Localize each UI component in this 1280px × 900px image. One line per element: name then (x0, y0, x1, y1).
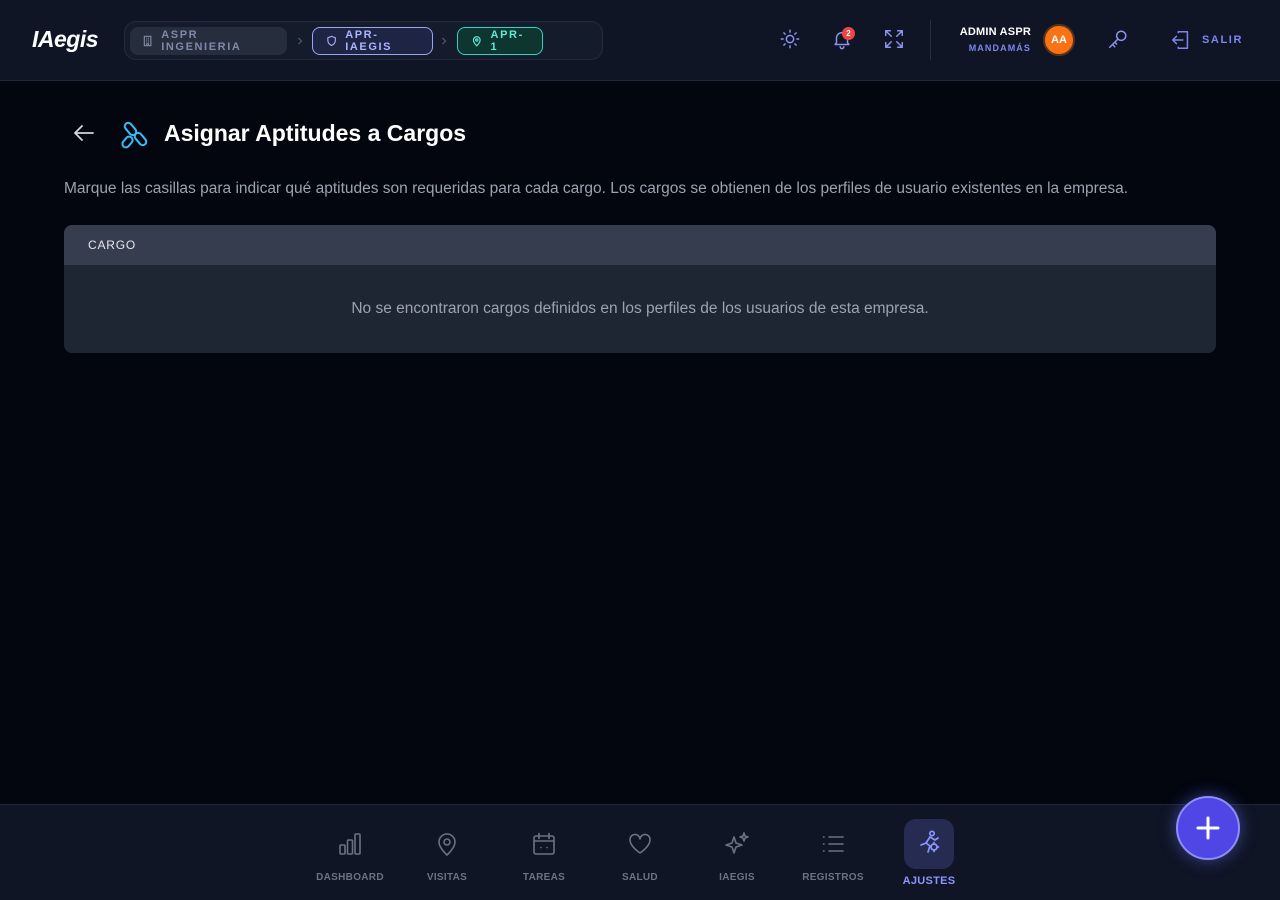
list-icon (822, 836, 844, 852)
app-logo[interactable]: IAegis (32, 26, 99, 53)
shield-icon (327, 35, 336, 47)
theme-toggle-button[interactable] (779, 28, 803, 52)
nav-item-label: AJUSTES (902, 875, 956, 887)
map-pin-icon (438, 833, 456, 856)
change-password-button[interactable] (1107, 28, 1131, 52)
nav-item-registros[interactable]: REGISTROS (785, 815, 881, 895)
nav-item-label: TAREAS (522, 872, 566, 883)
nav-item-ajustes[interactable]: AJUSTES (881, 815, 977, 895)
user-role: MANDAMÁS (968, 43, 1031, 53)
nav-item-visitas[interactable]: VISITAS (399, 815, 495, 895)
nav-item-label: REGISTROS (802, 872, 864, 883)
nav-item-label: SALUD (622, 872, 658, 883)
bottom-nav: DASHBOARD VISITAS TAREAS SALUD IAEGIS RE… (0, 804, 1280, 900)
nav-item-tareas[interactable]: TAREAS (496, 815, 592, 895)
logout-button[interactable]: SALIR (1170, 28, 1243, 52)
breadcrumb-project[interactable]: APR-IAEGIS (312, 27, 433, 55)
breadcrumb: ASPR INGENIERIA APR-IAEGIS APR-1 (124, 21, 603, 60)
breadcrumb-site[interactable]: APR-1 (457, 27, 543, 55)
nav-item-iaegis[interactable]: IAEGIS (689, 815, 785, 895)
notification-badge: 2 (842, 27, 855, 40)
header-divider (930, 20, 931, 60)
logout-label: SALIR (1202, 34, 1243, 46)
chevron-right-icon (442, 37, 447, 45)
back-button[interactable] (70, 119, 98, 147)
sparkles-icon (725, 832, 749, 854)
skills-icon (120, 119, 152, 151)
building-icon (143, 35, 152, 47)
breadcrumb-project-label: APR-IAEGIS (345, 29, 393, 53)
column-header-cargo: CARGO (88, 238, 137, 252)
nav-item-label: DASHBOARD (316, 872, 384, 883)
fullscreen-button[interactable] (883, 28, 907, 52)
add-button[interactable] (1176, 796, 1240, 860)
expand-icon (885, 30, 903, 48)
cargo-table: CARGO No se encontraron cargos definidos… (64, 225, 1216, 353)
breadcrumb-company[interactable]: ASPR INGENIERIA (130, 27, 287, 55)
breadcrumb-company-label: ASPR INGENIERIA (161, 29, 242, 53)
nav-item-salud[interactable]: SALUD (592, 815, 688, 895)
breadcrumb-site-label: APR-1 (490, 29, 524, 53)
settings-figure-icon (920, 830, 940, 853)
chevron-right-icon (298, 37, 303, 45)
arrow-left-icon (74, 125, 94, 141)
nav-item-label: IAEGIS (719, 872, 755, 883)
table-header: CARGO (64, 225, 1216, 265)
empty-state-message: No se encontraron cargos definidos en lo… (351, 300, 929, 317)
logout-icon (1172, 31, 1189, 49)
avatar[interactable]: AA (1043, 24, 1075, 56)
user-name: ADMIN ASPR (959, 26, 1031, 38)
calendar-icon (533, 832, 555, 855)
map-pin-icon (472, 36, 481, 47)
bar-chart-icon (339, 833, 361, 855)
plus-icon (1196, 816, 1220, 840)
page-description: Marque las casillas para indicar qué apt… (64, 180, 1129, 197)
page-title: Asignar Aptitudes a Cargos (164, 120, 467, 146)
sun-icon (780, 29, 800, 49)
top-bar: IAegis ASPR INGENIERIA APR-IAEGIS APR-1 (0, 0, 1280, 81)
heart-icon (629, 833, 651, 854)
nav-item-dashboard[interactable]: DASHBOARD (302, 815, 398, 895)
key-icon (1109, 30, 1127, 48)
nav-item-label: VISITAS (426, 872, 468, 883)
